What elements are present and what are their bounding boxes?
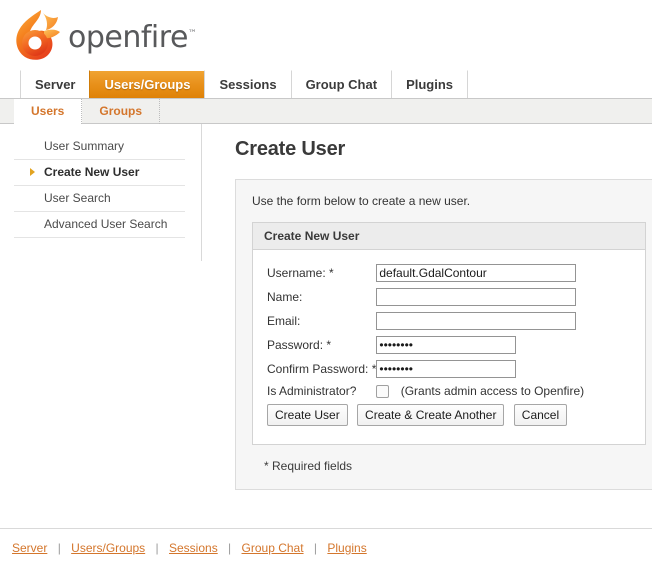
trademark-symbol: ™ xyxy=(188,29,197,39)
sidebar-item-create-new-user[interactable]: Create New User xyxy=(14,160,185,186)
main-panel: Create User Use the form below to create… xyxy=(202,124,652,524)
panel-intro-text: Use the form below to create a new user. xyxy=(252,194,652,208)
confirm-password-input[interactable] xyxy=(376,360,516,378)
fields-table: Username: * Name: xyxy=(267,264,584,432)
active-arrow-icon xyxy=(30,168,35,176)
form-section-header: Create New User xyxy=(253,223,645,250)
footer-link-plugins[interactable]: Plugins xyxy=(327,541,366,555)
footer-link-server[interactable]: Server xyxy=(12,541,47,555)
is-administrator-hint: (Grants admin access to Openfire) xyxy=(393,384,584,398)
footer-link-group-chat[interactable]: Group Chat xyxy=(242,541,304,555)
field-row-password: Password: * xyxy=(267,336,584,360)
subtab-users[interactable]: Users xyxy=(14,99,82,124)
name-label: Name: xyxy=(267,288,376,312)
flame-logo-icon xyxy=(10,7,62,63)
tab-users-groups[interactable]: Users/Groups xyxy=(89,70,205,98)
form-body: Username: * Name: xyxy=(253,250,645,444)
cancel-button[interactable]: Cancel xyxy=(514,404,567,426)
is-administrator-cell: (Grants admin access to Openfire) xyxy=(376,384,584,404)
brand-name: openfire™ xyxy=(68,20,196,55)
button-row-cell: Create User Create & Create Another Canc… xyxy=(267,404,584,432)
username-input[interactable] xyxy=(376,264,576,282)
sidebar-item-label: Create New User xyxy=(44,165,139,179)
is-administrator-label: Is Administrator? xyxy=(267,384,376,404)
create-user-button[interactable]: Create User xyxy=(267,404,348,426)
sidebar-item-user-search[interactable]: User Search xyxy=(14,186,185,212)
field-row-username: Username: * xyxy=(267,264,584,288)
main-tab-bar: Server Users/Groups Sessions Group Chat … xyxy=(0,70,652,99)
sidebar-item-label: User Summary xyxy=(44,139,124,153)
content-area: User Summary Create New User User Search… xyxy=(0,124,652,524)
is-administrator-checkbox[interactable] xyxy=(376,385,389,398)
page-title: Create User xyxy=(235,138,652,161)
sidebar-item-advanced-user-search[interactable]: Advanced User Search xyxy=(14,212,185,238)
create-new-user-form: Create New User Username: * Name: xyxy=(252,222,646,445)
footer-separator: | xyxy=(51,541,68,555)
sidebar-item-label: User Search xyxy=(44,191,111,205)
footer-links: Server | Users/Groups | Sessions | Group… xyxy=(0,541,652,555)
password-input[interactable] xyxy=(376,336,516,354)
password-cell xyxy=(376,336,584,360)
footer: Server | Users/Groups | Sessions | Group… xyxy=(0,528,652,555)
footer-link-users-groups[interactable]: Users/Groups xyxy=(71,541,145,555)
sidebar-item-user-summary[interactable]: User Summary xyxy=(14,134,185,160)
create-and-create-another-button[interactable]: Create & Create Another xyxy=(357,404,504,426)
footer-separator: | xyxy=(307,541,324,555)
tab-plugins[interactable]: Plugins xyxy=(391,70,468,98)
name-input[interactable] xyxy=(376,288,576,306)
field-row-is-administrator: Is Administrator? (Grants admin access t… xyxy=(267,384,584,404)
required-fields-note: * Required fields xyxy=(252,445,652,473)
button-row: Create User Create & Create Another Canc… xyxy=(267,404,584,432)
subtab-groups[interactable]: Groups xyxy=(82,99,160,124)
tab-group-chat[interactable]: Group Chat xyxy=(291,70,393,98)
name-cell xyxy=(376,288,584,312)
sub-tab-bar: Users Groups xyxy=(0,99,652,124)
confirm-password-cell xyxy=(376,360,584,384)
email-input[interactable] xyxy=(376,312,576,330)
create-user-panel: Use the form below to create a new user.… xyxy=(235,179,652,490)
tab-sessions[interactable]: Sessions xyxy=(204,70,291,98)
sidebar-item-label: Advanced User Search xyxy=(44,217,167,231)
footer-link-sessions[interactable]: Sessions xyxy=(169,541,218,555)
confirm-password-label: Confirm Password: * xyxy=(267,360,376,384)
password-label: Password: * xyxy=(267,336,376,360)
email-cell xyxy=(376,312,584,336)
tab-server[interactable]: Server xyxy=(20,70,90,98)
footer-separator: | xyxy=(149,541,166,555)
field-row-name: Name: xyxy=(267,288,584,312)
brand-header: openfire™ xyxy=(0,0,652,70)
email-label: Email: xyxy=(267,312,376,336)
sidebar: User Summary Create New User User Search… xyxy=(0,124,202,261)
footer-separator: | xyxy=(221,541,238,555)
field-row-email: Email: xyxy=(267,312,584,336)
field-row-confirm-password: Confirm Password: * xyxy=(267,360,584,384)
username-label: Username: * xyxy=(267,264,376,288)
username-cell xyxy=(376,264,584,288)
